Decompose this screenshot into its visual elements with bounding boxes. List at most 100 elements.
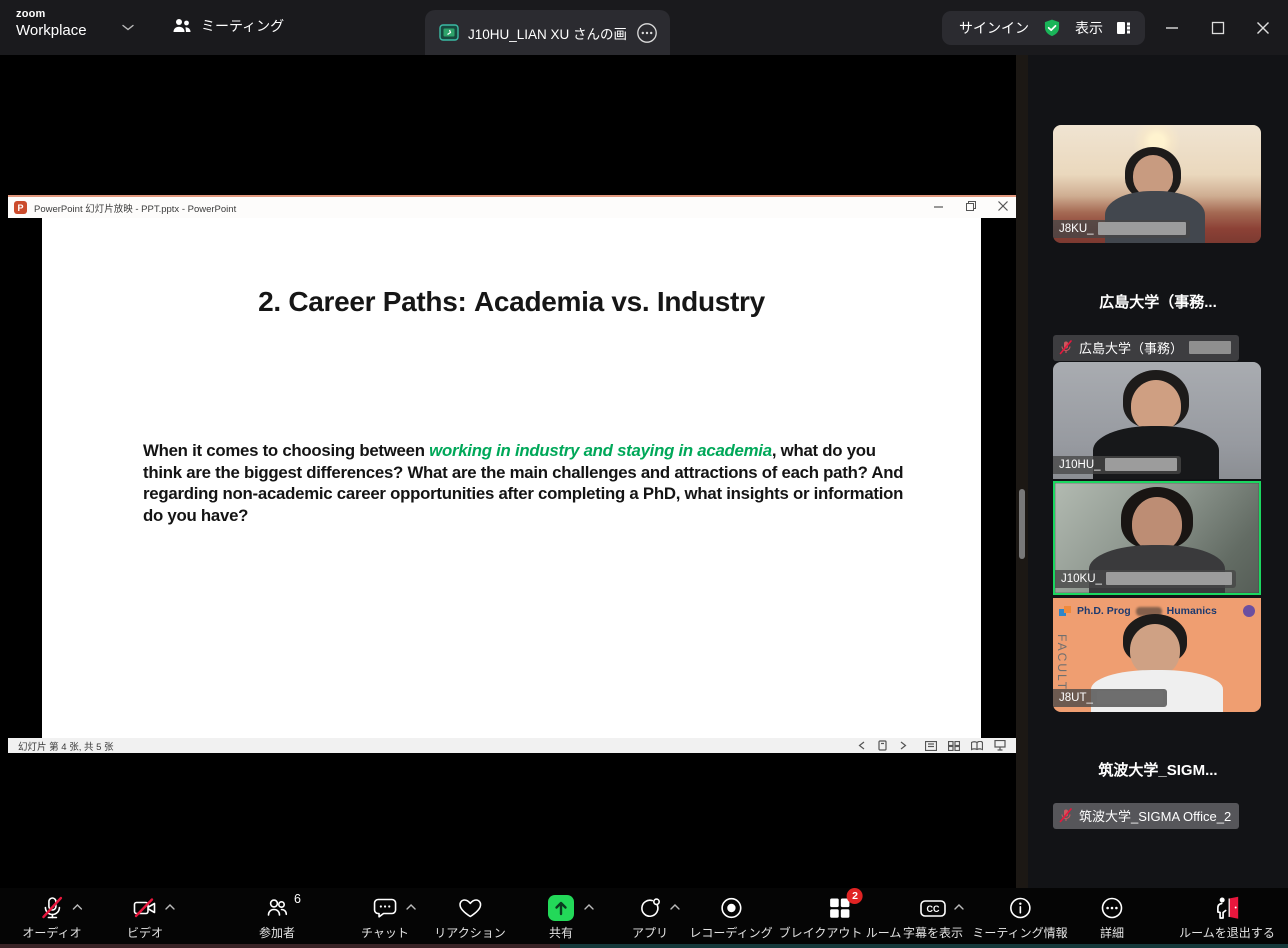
info-icon bbox=[1007, 895, 1033, 921]
tile3-name-text: J10KU_ bbox=[1061, 573, 1102, 585]
audio-button[interactable]: オーディオ bbox=[22, 894, 81, 941]
program-logo-icon bbox=[1059, 606, 1072, 617]
reactions-label: リアクション bbox=[434, 924, 505, 941]
top-bar: zoom Workplace ミーティング J10HU_LIAN XU さんの画… bbox=[0, 0, 1288, 55]
breakout-rooms-button[interactable]: 2 ブレイクアウト ルーム bbox=[779, 894, 902, 941]
participants-sidebar: J8KU_ 広島大学（事務... 広島大学（事務） J10HU_ bbox=[1028, 55, 1288, 888]
powerpoint-statusbar: 幻灯片 第 4 张, 共 5 张 bbox=[8, 738, 1016, 753]
tile4-name-label: J8UT_ bbox=[1053, 689, 1167, 707]
tab-shared-screen[interactable]: J10HU_LIAN XU さんの画面 bbox=[425, 10, 670, 55]
apps-label: アプリ bbox=[632, 924, 668, 941]
screen-share-icon bbox=[439, 24, 459, 41]
scrollbar-thumb[interactable] bbox=[1019, 489, 1025, 559]
apps-chevron-icon[interactable] bbox=[670, 904, 680, 910]
slide-title-bold: Academia vs. Industry bbox=[474, 286, 765, 317]
reading-view-button[interactable] bbox=[971, 741, 983, 751]
share-label: 共有 bbox=[549, 924, 573, 941]
zoom-window: zoom Workplace ミーティング J10HU_LIAN XU さんの画… bbox=[0, 0, 1288, 948]
audio-label: オーディオ bbox=[22, 924, 81, 941]
powerpoint-window: P PowerPoint 幻灯片放映 - PPT.pptx - PowerPoi… bbox=[8, 195, 1016, 753]
bottom-edge-left bbox=[0, 944, 560, 948]
heart-reaction-icon bbox=[457, 895, 483, 921]
zoom-workplace-logo: zoom Workplace bbox=[16, 9, 87, 38]
tile3-name-redaction bbox=[1106, 572, 1232, 585]
reactions-button[interactable]: リアクション bbox=[434, 894, 505, 941]
muted-mic-icon bbox=[1059, 808, 1073, 823]
slide-body-highlight: working in industry and staying in acade… bbox=[429, 441, 772, 460]
top-right-controls: サインイン 表示 bbox=[942, 11, 1145, 45]
video-chevron-icon[interactable] bbox=[165, 904, 175, 910]
muted-participant-row-2: 筑波大学_SIGMA Office_2 bbox=[1053, 803, 1239, 829]
participants-icon bbox=[264, 895, 290, 921]
bottom-edge-right bbox=[560, 944, 1288, 948]
window-bottom-edge bbox=[0, 944, 1288, 948]
tile1-name-label: J8KU_ bbox=[1053, 220, 1190, 238]
captions-chevron-icon[interactable] bbox=[954, 904, 964, 910]
camera-muted-icon bbox=[132, 895, 158, 921]
meeting-info-button[interactable]: ミーティング情報 bbox=[972, 894, 1067, 941]
ppt-minimize-button[interactable] bbox=[934, 201, 944, 211]
video-tile-j8ut[interactable]: Ph.D. Prog Humanics FACULT J8UT_ bbox=[1053, 598, 1261, 712]
window-minimize-button[interactable] bbox=[1161, 17, 1183, 39]
tab-more-options-icon[interactable] bbox=[636, 22, 658, 44]
tile2-name-label: J10HU_ bbox=[1053, 456, 1181, 474]
window-maximize-button[interactable] bbox=[1207, 17, 1229, 39]
ppt-close-button[interactable] bbox=[998, 201, 1008, 211]
slide-body-pre: When it comes to choosing between bbox=[143, 441, 429, 460]
slide-sorter-view-button[interactable] bbox=[948, 741, 960, 751]
powerpoint-titlebar[interactable]: P PowerPoint 幻灯片放映 - PPT.pptx - PowerPoi… bbox=[8, 195, 1016, 218]
tile1-name-redaction bbox=[1098, 222, 1186, 235]
participants-label: 参加者 bbox=[259, 924, 295, 941]
captions-button[interactable]: CC 字幕を表示 bbox=[903, 894, 963, 941]
tile2-name-redaction bbox=[1105, 458, 1177, 471]
shared-screen-area: P PowerPoint 幻灯片放映 - PPT.pptx - PowerPoi… bbox=[0, 55, 1016, 888]
powerpoint-app-icon: P bbox=[14, 201, 27, 214]
share-chevron-icon[interactable] bbox=[584, 904, 594, 910]
annotate-pen-button[interactable] bbox=[877, 740, 888, 751]
tile3-person-face bbox=[1132, 497, 1182, 551]
next-slide-button[interactable] bbox=[900, 741, 907, 750]
sign-in-button[interactable]: サインイン bbox=[959, 18, 1029, 38]
participants-count: 6 bbox=[294, 892, 301, 906]
recording-label: レコーディング bbox=[689, 924, 772, 941]
mic-muted-icon bbox=[39, 895, 65, 921]
tile4-vertical-text: FACULT bbox=[1055, 634, 1069, 691]
apps-button[interactable]: アプリ bbox=[632, 894, 668, 941]
security-shield-icon[interactable] bbox=[1042, 18, 1062, 38]
svg-text:CC: CC bbox=[926, 904, 939, 914]
previous-slide-button[interactable] bbox=[858, 741, 865, 750]
window-close-button[interactable] bbox=[1252, 17, 1274, 39]
meetings-people-icon bbox=[172, 18, 192, 34]
slide-counter: 幻灯片 第 4 张, 共 5 张 bbox=[18, 739, 114, 753]
video-tile-j10hu[interactable]: J10HU_ bbox=[1053, 362, 1261, 479]
workspace-chevron-down-icon[interactable] bbox=[122, 24, 134, 31]
tab-meetings[interactable]: ミーティング bbox=[172, 16, 284, 36]
more-button[interactable]: 詳細 bbox=[1099, 894, 1125, 941]
slide-title-mid: Career Paths: bbox=[288, 286, 474, 317]
chat-chevron-icon[interactable] bbox=[406, 904, 416, 910]
ppt-restore-button[interactable] bbox=[966, 201, 976, 211]
slide-title-number: 2. bbox=[258, 286, 288, 317]
university-logo-icon bbox=[1243, 605, 1255, 617]
muted-row1-redaction bbox=[1189, 341, 1231, 354]
share-screen-button[interactable]: 共有 bbox=[548, 894, 574, 941]
content-scrollbar bbox=[1016, 55, 1028, 888]
video-tile-j8ku[interactable]: J8KU_ bbox=[1053, 125, 1261, 243]
video-tile-j10ku-active-speaker[interactable]: J10KU_ bbox=[1053, 481, 1261, 595]
slideshow-view-button[interactable] bbox=[994, 740, 1006, 751]
normal-view-button[interactable] bbox=[925, 741, 937, 751]
participants-button[interactable]: 6 参加者 bbox=[259, 894, 295, 941]
video-button[interactable]: ビデオ bbox=[127, 894, 163, 941]
meeting-toolbar: オーディオ ビデオ 6 参加者 bbox=[0, 888, 1288, 944]
apps-icon bbox=[637, 895, 663, 921]
view-button[interactable]: 表示 bbox=[1075, 18, 1103, 38]
video-label: ビデオ bbox=[127, 924, 163, 941]
slide-body-text: When it comes to choosing between workin… bbox=[143, 440, 905, 526]
leave-room-icon bbox=[1213, 895, 1241, 921]
chat-button[interactable]: チャット bbox=[361, 894, 409, 941]
audio-chevron-icon[interactable] bbox=[72, 904, 82, 910]
view-layout-icon[interactable] bbox=[1116, 20, 1132, 36]
powerpoint-title-text: PowerPoint 幻灯片放映 - PPT.pptx - PowerPoint bbox=[34, 201, 236, 215]
leave-room-button[interactable]: ルームを退出する bbox=[1179, 894, 1275, 941]
recording-button[interactable]: レコーディング bbox=[689, 894, 772, 941]
